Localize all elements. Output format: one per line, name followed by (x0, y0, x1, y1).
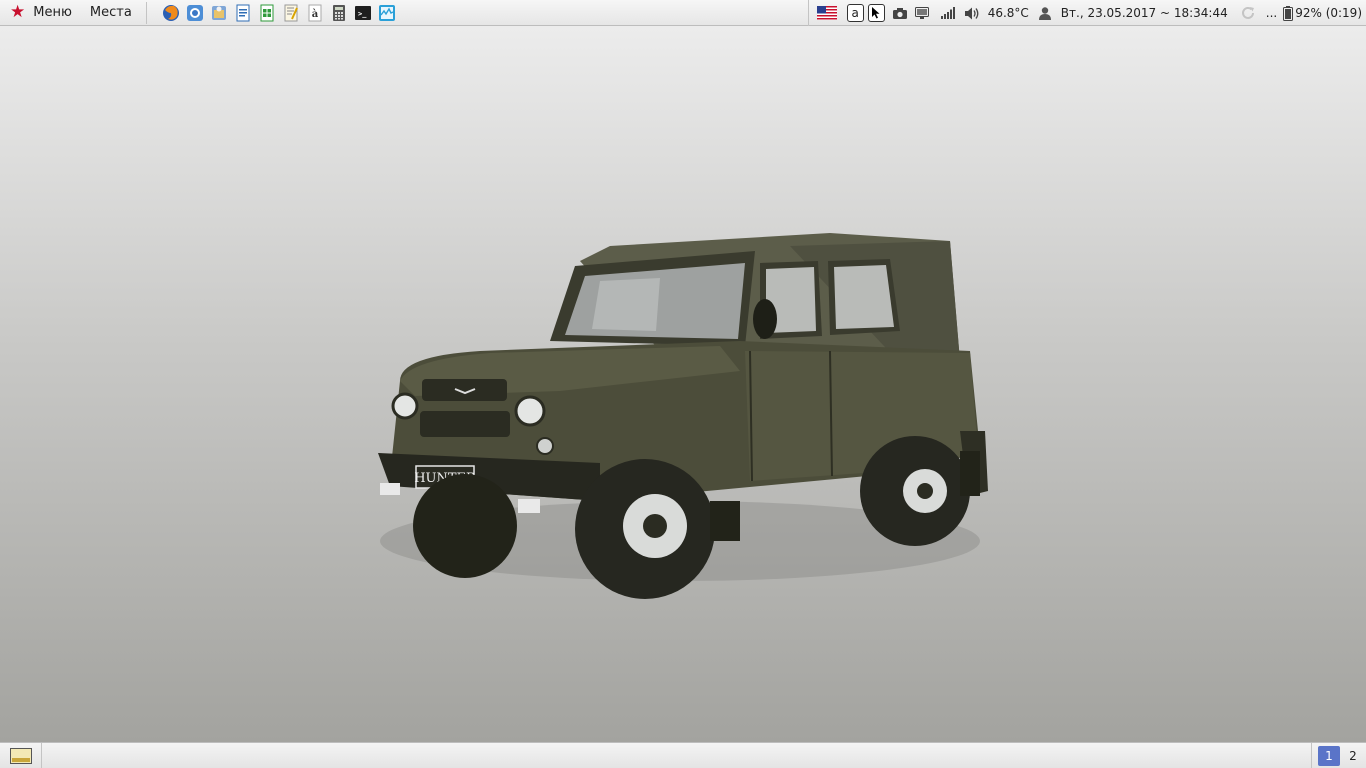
quick-launchers: à >_ (153, 3, 397, 23)
cpu-temperature[interactable]: 46.8°C (988, 6, 1029, 20)
network-signal-icon[interactable] (940, 7, 955, 19)
volume-speaker-icon[interactable] (964, 7, 980, 20)
text-editor-icon[interactable] (281, 3, 301, 23)
uaz-hunter-wallpaper: HUNTER (378, 233, 988, 599)
main-menu-button[interactable]: ★ Меню (0, 0, 80, 26)
screenshot-camera-icon[interactable] (892, 7, 907, 19)
font-viewer-icon[interactable]: à (305, 3, 325, 23)
display-monitor-icon[interactable] (914, 6, 929, 20)
workspace-switcher: 1 2 (1311, 743, 1366, 768)
keyboard-indicator-a[interactable]: a (846, 4, 864, 22)
workspace-1[interactable]: 1 (1318, 745, 1340, 766)
calculator-icon[interactable] (329, 3, 349, 23)
main-menu-label: Меню (33, 5, 72, 20)
firefox-icon[interactable] (161, 3, 181, 23)
tray-separator (807, 0, 809, 26)
show-desktop-button[interactable] (0, 743, 42, 768)
places-menu-button[interactable]: Места (80, 0, 146, 26)
writer-icon[interactable] (233, 3, 253, 23)
workspace-2[interactable]: 2 (1342, 746, 1364, 766)
tray-more-ellipsis[interactable]: ... (1266, 6, 1277, 20)
bottom-panel: 1 2 (0, 742, 1366, 768)
show-desktop-icon (9, 747, 32, 764)
battery-status[interactable]: 92% (0:19) (1295, 6, 1362, 20)
chromium-icon[interactable] (185, 3, 205, 23)
star-menu-icon: ★ (10, 2, 26, 22)
svg-text:à: à (312, 9, 319, 20)
desktop-background: HUNTER (0, 26, 1366, 742)
clock-datetime[interactable]: Вт., 23.05.2017 ~ 18:34:44 (1061, 6, 1228, 20)
system-monitor-icon[interactable] (377, 3, 397, 23)
keyboard-layout-flag-icon[interactable] (816, 6, 837, 20)
svg-text:>_: >_ (358, 10, 367, 18)
system-tray: a 46.8°C Вт., 23.05.2017 ~ 18:34:44 ... … (807, 0, 1366, 26)
top-panel: ★ Меню Места à >_ a 46.8°C Вт., 23.05.20… (0, 0, 1366, 26)
file-manager-icon[interactable] (209, 3, 229, 23)
pointer-indicator-icon[interactable] (867, 4, 885, 22)
calc-spreadsheet-icon[interactable] (257, 3, 277, 23)
battery-icon[interactable] (1283, 5, 1294, 21)
terminal-icon[interactable]: >_ (353, 3, 373, 23)
user-icon[interactable] (1038, 6, 1051, 20)
update-refresh-icon[interactable] (1240, 5, 1256, 21)
panel-separator (145, 1, 147, 24)
